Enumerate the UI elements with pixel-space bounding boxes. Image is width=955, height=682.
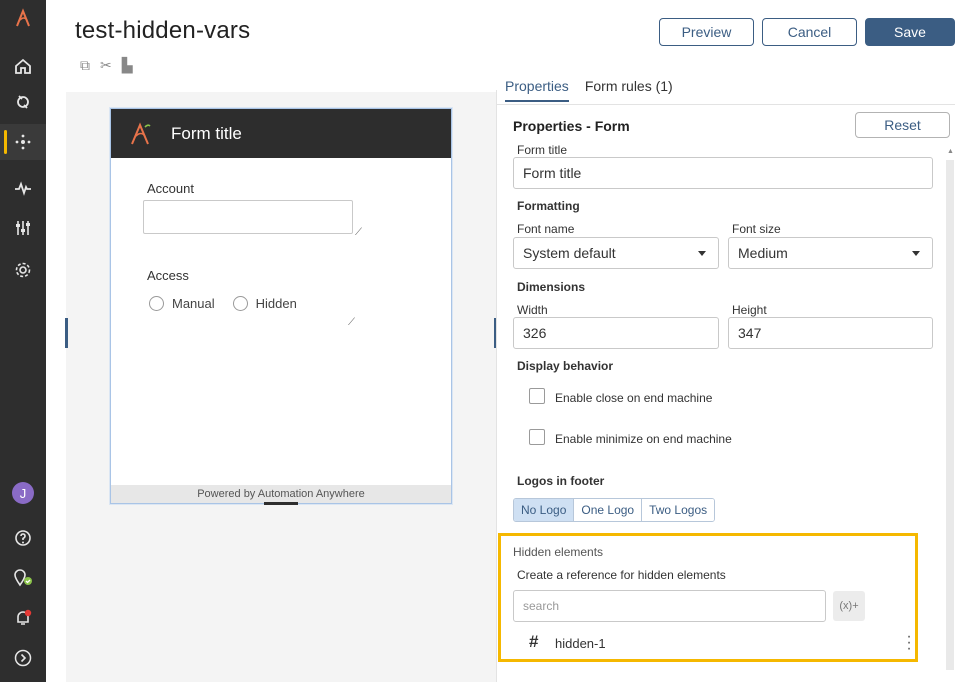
font-size-value: Medium [738,245,788,261]
notifications-bell-icon[interactable] [0,600,46,636]
cut-scissors-icon[interactable]: ✂ [100,57,112,74]
radio-manual[interactable] [149,296,164,311]
copy-icon[interactable]: ⧉ [80,57,90,74]
two-logos-option[interactable]: Two Logos [642,499,715,521]
height-value: 347 [738,325,762,341]
radio-hidden-label: Hidden [255,296,297,311]
hidden-elements-heading: Hidden elements [513,545,604,559]
save-button[interactable]: Save [865,18,955,46]
font-name-select[interactable]: System default [513,237,719,269]
minimize-on-end-checkbox[interactable] [529,429,545,445]
hidden-element-item[interactable]: hidden-1 [555,636,606,651]
edit-toolbar: ⧉ ✂ ▙ [80,57,133,74]
page-title: test-hidden-vars [75,17,251,44]
form-title-value: Form title [523,165,582,181]
font-name-value: System default [523,245,616,261]
height-input[interactable]: 347 [728,317,933,349]
height-label: Height [732,303,767,317]
form-preview-header: Form title [111,109,451,158]
one-logo-option[interactable]: One Logo [574,499,643,521]
logos-heading: Logos in footer [517,474,605,488]
form-bottom-resize-handle[interactable] [264,502,298,505]
account-textarea[interactable] [143,200,353,234]
form-title-input[interactable]: Form title [513,157,933,189]
minimize-on-end-label: Enable minimize on end machine [555,432,732,446]
automation-anywhere-logo-icon[interactable] [0,0,46,36]
access-label: Access [147,268,189,283]
canvas-left-resize-handle[interactable] [65,318,68,348]
chevron-down-icon [912,251,920,256]
hidden-search-input[interactable]: search [513,590,826,622]
home-icon[interactable] [0,48,46,84]
no-logo-option[interactable]: No Logo [514,499,575,521]
tab-properties[interactable]: Properties [505,78,569,102]
width-label: Width [517,303,548,317]
activity-icon[interactable] [0,170,46,206]
properties-heading: Properties - Form [513,118,630,134]
app-root: J test-hidden-vars Preview Cancel Save ⧉… [0,0,955,682]
tab-form-rules[interactable]: Form rules (1) [585,78,673,102]
dimensions-heading: Dimensions [517,280,586,294]
tabs-divider [497,104,955,105]
location-check-icon[interactable] [0,560,46,596]
width-value: 326 [523,325,547,341]
chevron-down-icon [698,251,706,256]
panel-divider [496,90,497,682]
radio-hidden[interactable] [232,296,248,311]
expand-nav-icon[interactable] [0,640,46,676]
manage-sliders-icon[interactable] [0,210,46,246]
more-options-icon[interactable]: · · · [905,629,913,657]
explore-icon[interactable] [0,84,46,120]
display-behavior-heading: Display behavior [517,359,614,373]
close-on-end-checkbox[interactable] [529,388,545,404]
account-label: Account [147,181,194,196]
form-logo-icon [131,121,151,144]
properties-scrollbar[interactable] [946,160,954,670]
hash-icon: # [529,632,539,651]
resize-grip-icon[interactable]: ⟋ [355,227,362,238]
font-size-label: Font size [732,222,781,236]
avatar-initial: J [12,482,34,504]
form-preview-footer: Powered by Automation Anywhere [111,485,451,503]
font-name-label: Font name [517,222,575,236]
font-size-select[interactable]: Medium [728,237,933,269]
preview-button[interactable]: Preview [659,18,754,46]
resize-grip-icon[interactable]: ⟋ [348,317,355,328]
paste-icon[interactable]: ▙ [122,57,133,74]
form-title-label: Form title [517,143,568,157]
help-icon[interactable] [0,520,46,556]
user-avatar[interactable]: J [0,475,46,511]
radio-manual-label: Manual [172,296,215,311]
settings-gear-icon[interactable] [0,252,46,288]
automation-icon[interactable] [0,124,46,160]
form-preview-title: Form title [171,123,242,143]
cancel-button[interactable]: Cancel [762,18,857,46]
hidden-elements-subheading: Create a reference for hidden elements [517,568,726,582]
access-radio-group: Manual Hidden [149,296,297,311]
insert-variable-button[interactable]: (x)+ [833,591,865,621]
scroll-up-arrow-icon[interactable]: ▲ [947,148,954,155]
width-input[interactable]: 326 [513,317,719,349]
left-nav: J [0,0,46,682]
logo-segmented-control: No Logo One Logo Two Logos [513,498,716,522]
reset-button[interactable]: Reset [855,112,950,138]
formatting-heading: Formatting [517,199,580,213]
close-on-end-label: Enable close on end machine [555,391,713,405]
property-tabs: Properties Form rules (1) [505,78,673,102]
